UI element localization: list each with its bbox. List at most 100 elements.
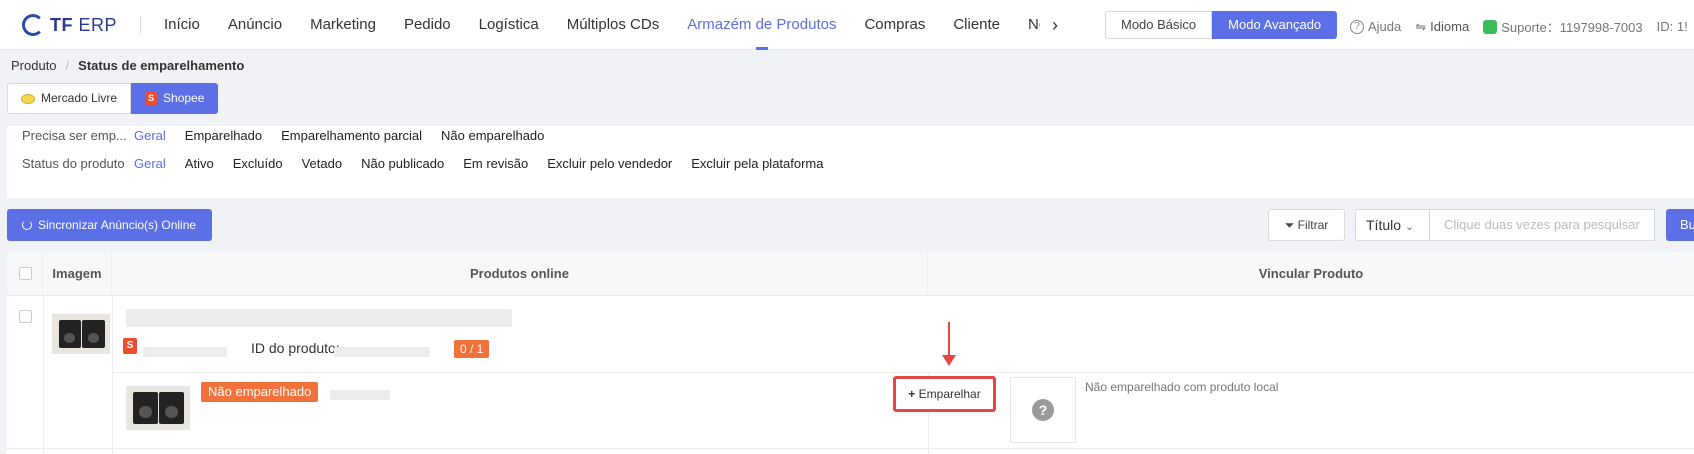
row-divider: [112, 372, 1694, 373]
pair-button-label: Emparelhar: [918, 387, 981, 401]
nav-item-pedido[interactable]: Pedido: [390, 0, 465, 50]
search-field-select[interactable]: Título ⌄: [1355, 209, 1430, 241]
speaker-right: [82, 319, 105, 349]
filter-button[interactable]: ⏷ Filtrar: [1268, 209, 1345, 241]
link-status-text: Não emparelhado com produto local: [1085, 380, 1279, 394]
language-link[interactable]: ⇋ Idioma: [1415, 17, 1469, 36]
pair-button[interactable]: + Emparelhar: [893, 376, 996, 412]
plus-icon: +: [908, 387, 916, 401]
filter-option[interactable]: Excluir pelo vendedor: [547, 156, 672, 171]
logo-text: TF ERP: [50, 14, 118, 35]
annotation-arrow-head: [942, 355, 956, 366]
mercadolivre-icon: [21, 93, 35, 104]
filter-label: Precisa ser emp...: [22, 128, 127, 143]
filter-panel: Precisa ser emp... Geral Emparelhado Emp…: [7, 126, 1694, 198]
platform-tabs: Mercado Livre S Shopee: [7, 83, 219, 114]
filter-row-pairing: Precisa ser emp... Geral Emparelhado Emp…: [22, 128, 563, 143]
swap-icon: ⇋: [1415, 18, 1427, 34]
help-icon: ?: [1350, 19, 1364, 34]
speaker-right: [159, 392, 185, 424]
help-link[interactable]: ? Ajuda: [1350, 17, 1401, 36]
filter-option[interactable]: Não publicado: [361, 156, 444, 171]
mode-switch: Modo Básico Modo Avançado: [1105, 11, 1338, 39]
filter-option[interactable]: Ativo: [185, 156, 214, 171]
breadcrumb-current: Status de emparelhamento: [78, 58, 245, 73]
status-badge: Não emparelhado: [201, 382, 319, 402]
speaker-left: [58, 319, 81, 349]
top-bar: TF ERP Início Anúncio Marketing Pedido L…: [0, 0, 1694, 50]
filter-option[interactable]: Excluir pela plataforma: [691, 156, 823, 171]
mode-basic-button[interactable]: Modo Básico: [1105, 11, 1213, 39]
variant-sku-redacted: [330, 390, 390, 400]
nav-item-compras[interactable]: Compras: [850, 0, 939, 50]
sync-icon: [22, 220, 32, 230]
nav-item-multiplos-cds[interactable]: Múltiplos CDs: [553, 0, 674, 50]
column-divider: [43, 296, 44, 454]
sync-listings-button[interactable]: Sincronizar Anúncio(s) Online: [7, 209, 213, 241]
breadcrumb-parent[interactable]: Produto: [11, 58, 57, 73]
table-header: Imagem Produtos online Vincular Produto: [7, 252, 1694, 296]
shopee-icon: S: [145, 92, 158, 105]
filter-option[interactable]: Emparelhamento parcial: [281, 128, 422, 143]
tab-label: Mercado Livre: [41, 91, 118, 105]
tab-shopee[interactable]: S Shopee: [131, 83, 219, 114]
nav-item-logistica[interactable]: Logística: [465, 0, 553, 50]
account-id-label: ID: 1!: [1656, 19, 1688, 34]
nav-item-marketing[interactable]: Marketing: [296, 0, 390, 50]
search-field-value: Título: [1366, 217, 1402, 233]
row-checkbox[interactable]: [19, 310, 32, 323]
logo-divider: [140, 16, 141, 34]
filter-option[interactable]: Geral: [134, 156, 166, 171]
search-input[interactable]: Clique duas vezes para pesquisar: [1429, 209, 1655, 241]
support-label: Suporte：1197998-7003: [1501, 20, 1643, 35]
filter-label: Filtrar: [1297, 218, 1329, 232]
filter-row-status: Status do produto Geral Ativo Excluído V…: [22, 156, 843, 171]
main-nav: Início Anúncio Marketing Pedido Logístic…: [150, 0, 1040, 50]
product-title-redacted: [126, 309, 512, 327]
filter-option[interactable]: Em revisão: [463, 156, 528, 171]
sync-label: Sincronizar Anúncio(s) Online: [38, 218, 197, 232]
select-all-checkbox[interactable]: [19, 267, 32, 280]
products-table: Imagem Produtos online Vincular Produto …: [7, 252, 1694, 454]
support-link[interactable]: Suporte：1197998-7003: [1483, 17, 1643, 36]
pair-count-badge: 0 / 1: [454, 340, 490, 358]
nav-item-anuncio[interactable]: Anúncio: [214, 0, 296, 50]
chevron-down-icon: ⌄: [1404, 221, 1415, 233]
search-button[interactable]: Bu: [1666, 209, 1694, 241]
filter-option[interactable]: Vetado: [302, 156, 343, 171]
header-online-products: Produtos online: [112, 252, 928, 296]
breadcrumb-separator: /: [65, 58, 70, 73]
mode-advanced-button[interactable]: Modo Avançado: [1212, 11, 1338, 39]
language-label: Idioma: [1430, 19, 1470, 34]
help-label: Ajuda: [1368, 19, 1402, 34]
breadcrumb: Produto / Status de emparelhamento: [11, 58, 244, 73]
top-right-links: ? Ajuda ⇋ Idioma Suporte：1197998-7003 ID…: [1350, 17, 1688, 36]
variant-image[interactable]: [126, 386, 190, 430]
header-image: Imagem: [43, 252, 112, 296]
product-id-label: ID do produto:: [251, 340, 340, 356]
nav-item-armazem[interactable]: Armazém de Produtos: [673, 0, 850, 50]
row-divider: [7, 448, 1694, 449]
tab-label: Shopee: [163, 91, 205, 105]
product-id-redacted: [334, 347, 430, 357]
local-product-placeholder[interactable]: ?: [1010, 377, 1076, 443]
filter-option[interactable]: Emparelhado: [185, 128, 262, 143]
nav-item-nota-fiscal[interactable]: Nota Fisc: [1014, 0, 1040, 50]
chevron-right-icon[interactable]: ›: [1052, 15, 1058, 36]
funnel-icon: ⏷: [1284, 218, 1295, 232]
annotation-arrow: [948, 322, 950, 358]
filter-option[interactable]: Não emparelhado: [441, 128, 544, 143]
account-id: ID: 1!: [1657, 17, 1688, 36]
speaker-left: [133, 392, 158, 424]
filter-option[interactable]: Excluído: [233, 156, 283, 171]
product-image[interactable]: [52, 314, 110, 354]
nav-item-inicio[interactable]: Início: [150, 0, 214, 50]
header-link-product: Vincular Produto: [1258, 266, 1364, 281]
filter-option[interactable]: Geral: [134, 128, 166, 143]
column-divider: [112, 296, 113, 454]
nav-item-cliente[interactable]: Cliente: [939, 0, 1014, 50]
whatsapp-icon: [1483, 19, 1498, 34]
logo[interactable]: TF ERP: [22, 14, 117, 36]
tab-mercado-livre[interactable]: Mercado Livre: [7, 83, 132, 114]
shop-name-redacted: [143, 347, 227, 357]
